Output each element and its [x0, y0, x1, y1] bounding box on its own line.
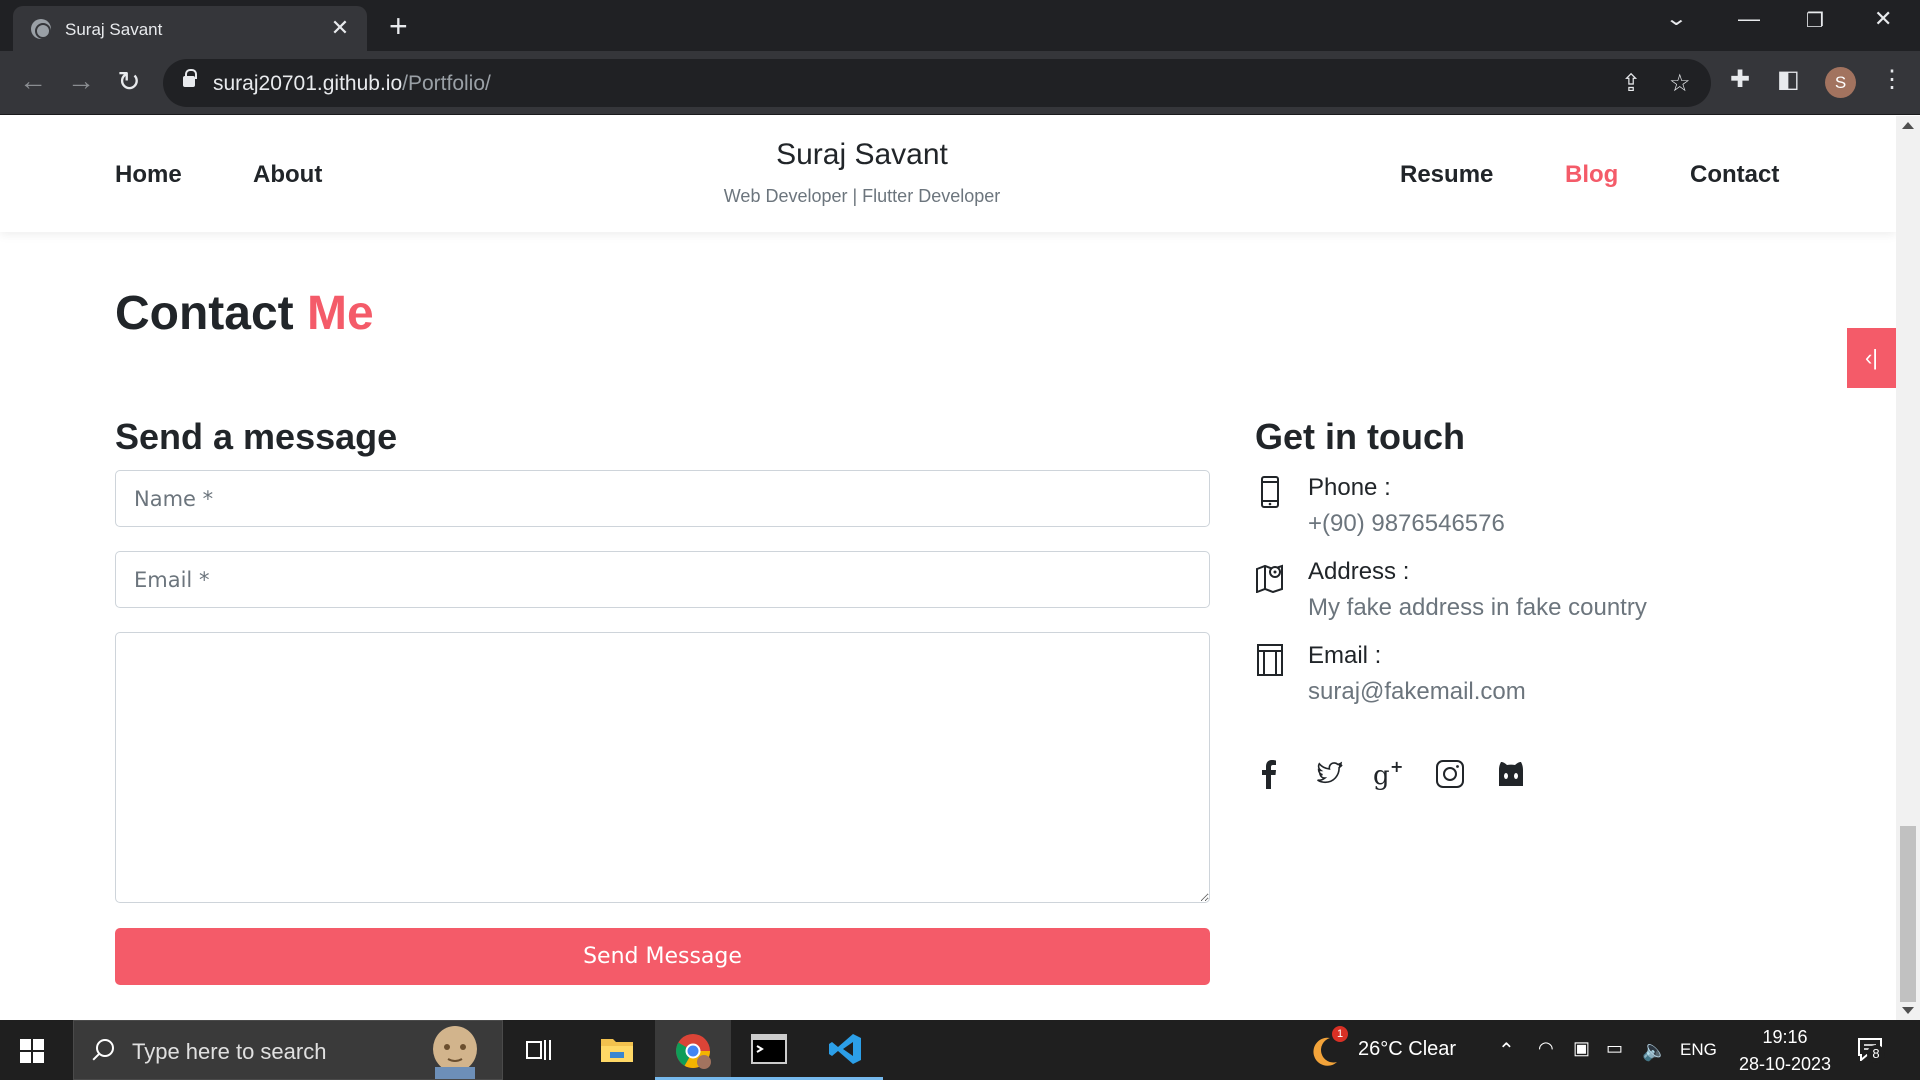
file-explorer-taskbar-button[interactable]: [579, 1020, 655, 1080]
email-value: suraj@fakemail.com: [1308, 678, 1526, 705]
phone-label: Phone :: [1308, 474, 1391, 501]
url-text[interactable]: suraj20701.github.io/Portfolio/: [213, 72, 491, 96]
profile-avatar[interactable]: S: [1825, 67, 1856, 98]
svg-text:+: +: [1390, 757, 1403, 776]
browser-toolbar: ← → ↻ suraj20701.github.io/Portfolio/ ⇪ …: [0, 51, 1920, 115]
form-heading: Send a message: [115, 416, 398, 457]
extensions-icon[interactable]: ✚: [1730, 65, 1750, 94]
github-icon[interactable]: [1493, 756, 1529, 792]
page-scrollbar[interactable]: [1896, 116, 1920, 1020]
globe-icon: [31, 19, 51, 39]
site-header: Home About Suraj Savant Web Developer | …: [0, 116, 1896, 232]
notification-center[interactable]: 8: [1857, 1037, 1887, 1065]
email-label: Email :: [1308, 642, 1382, 669]
scroll-up-arrow-icon[interactable]: [1902, 122, 1914, 129]
search-highlight-image: [433, 1026, 477, 1079]
facebook-icon[interactable]: [1251, 756, 1287, 792]
weather-text[interactable]: 26°C Clear: [1358, 1038, 1456, 1061]
svg-text:g: g: [1373, 761, 1390, 791]
task-view-icon[interactable]: [525, 1038, 553, 1062]
vscode-icon: [829, 1034, 861, 1064]
name-input[interactable]: [115, 470, 1210, 527]
menu-kebab-icon[interactable]: ⋮: [1880, 65, 1904, 94]
clock-time: 19:16: [1762, 1027, 1808, 1047]
folder-icon: [601, 1039, 633, 1062]
scroll-down-arrow-icon[interactable]: [1902, 1007, 1914, 1014]
instagram-icon[interactable]: [1432, 756, 1468, 792]
chevron-up-icon[interactable]: ⌃: [1498, 1038, 1515, 1063]
brand-tagline: Web Developer | Flutter Developer: [723, 186, 1001, 206]
close-tab-icon[interactable]: ✕: [327, 15, 353, 41]
page-title: Contact Me: [115, 286, 374, 341]
new-tab-icon[interactable]: +: [389, 8, 408, 45]
browser-tab-bar: Suraj Savant ✕ + ⌄ — ❐ ✕: [0, 0, 1920, 51]
scroll-thumb[interactable]: [1900, 826, 1916, 1002]
windows-taskbar: Type here to search 1 26°C Clear ⌃ ◠ ▣ ▭…: [0, 1020, 1920, 1080]
info-heading: Get in touch: [1255, 416, 1465, 457]
message-textarea[interactable]: [115, 632, 1210, 903]
notification-count: 8: [1867, 1045, 1885, 1063]
page-viewport: Home About Suraj Savant Web Developer | …: [0, 116, 1896, 1020]
battery-icon[interactable]: ▭: [1606, 1038, 1623, 1059]
forward-arrow-icon[interactable]: →: [63, 65, 99, 97]
taskbar-clock[interactable]: 19:16 28-10-2023: [1735, 1024, 1835, 1078]
weather-widget[interactable]: 1: [1310, 1026, 1350, 1070]
nav-blog[interactable]: Blog: [1565, 161, 1618, 189]
terminal-taskbar-button[interactable]: [731, 1020, 807, 1080]
taskbar-search-box[interactable]: Type here to search: [73, 1020, 503, 1080]
side-panel-toggle[interactable]: ‹|: [1847, 328, 1896, 388]
language-indicator[interactable]: ENG: [1680, 1040, 1717, 1060]
tab-title: Suraj Savant: [65, 20, 163, 39]
chrome-icon: [676, 1034, 711, 1069]
reload-icon[interactable]: ↻: [111, 65, 147, 98]
windows-start-icon[interactable]: [20, 1039, 44, 1063]
map-icon: [1256, 564, 1283, 593]
wifi-icon[interactable]: ◠: [1538, 1038, 1554, 1059]
page-title-accent: Me: [307, 287, 374, 340]
email-input[interactable]: [115, 551, 1210, 608]
send-message-button[interactable]: Send Message: [115, 928, 1210, 985]
google-plus-icon[interactable]: g +: [1371, 756, 1407, 792]
bookmark-star-icon[interactable]: ☆: [1669, 69, 1691, 98]
twitter-icon[interactable]: [1311, 756, 1347, 792]
side-panel-icon[interactable]: ◧: [1777, 65, 1800, 94]
restore-icon[interactable]: ❐: [1806, 8, 1824, 33]
address-bar[interactable]: suraj20701.github.io/Portfolio/ ⇪ ☆: [163, 59, 1711, 107]
search-icon: [96, 1039, 114, 1057]
taskbar-search-placeholder: Type here to search: [132, 1039, 327, 1064]
lock-icon[interactable]: [183, 69, 197, 87]
minimize-icon[interactable]: —: [1738, 6, 1760, 32]
nav-resume[interactable]: Resume: [1400, 161, 1493, 189]
volume-icon[interactable]: 🔈: [1642, 1038, 1667, 1063]
address-label: Address :: [1308, 558, 1410, 585]
terminal-icon: [751, 1034, 787, 1064]
vscode-taskbar-button[interactable]: [807, 1020, 883, 1080]
nav-contact[interactable]: Contact: [1690, 161, 1779, 189]
address-value: My fake address in fake country: [1308, 594, 1647, 621]
page-title-main: Contact: [115, 287, 294, 340]
back-arrow-icon[interactable]: ←: [15, 65, 51, 97]
browser-tab[interactable]: Suraj Savant ✕: [13, 6, 367, 51]
close-window-icon[interactable]: ✕: [1874, 6, 1892, 32]
email-icon: [1257, 644, 1283, 676]
phone-icon: [1261, 476, 1279, 508]
device-icon[interactable]: ▣: [1573, 1038, 1590, 1059]
clock-date: 28-10-2023: [1738, 1054, 1832, 1074]
share-icon[interactable]: ⇪: [1621, 69, 1641, 98]
chrome-taskbar-button[interactable]: [655, 1020, 731, 1080]
chevron-down-icon[interactable]: ⌄: [1665, 6, 1688, 31]
weather-badge: 1: [1332, 1026, 1348, 1042]
phone-value: +(90) 9876546576: [1308, 510, 1505, 537]
